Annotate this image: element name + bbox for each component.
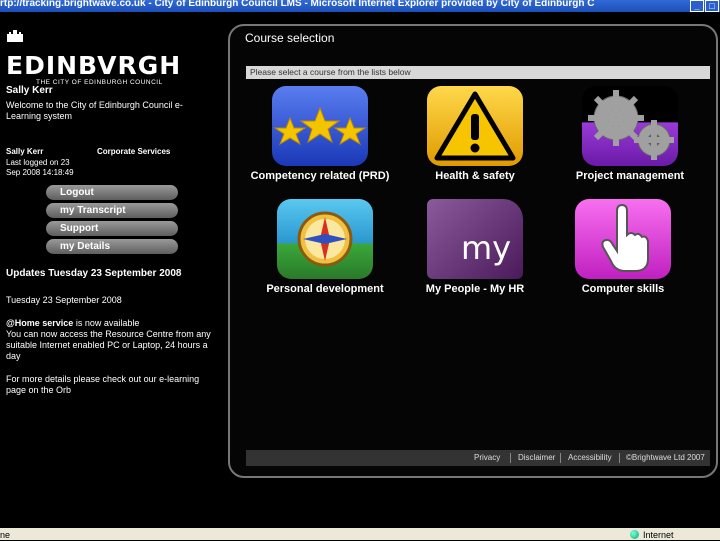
course-label: Competency related (PRD) [250, 170, 390, 182]
hand-pointer-icon [575, 199, 671, 279]
user-department: Corporate Services [97, 147, 171, 156]
updates-more-info: For more details please check out our e-… [6, 374, 200, 395]
updates-body: @Home service is now available You can n… [6, 318, 221, 362]
minimize-button[interactable]: _ [690, 0, 704, 12]
panel-footer: Privacy Disclaimer Accessibility ©Bright… [246, 450, 710, 466]
privacy-link[interactable]: Privacy [474, 450, 500, 466]
castle-icon [7, 30, 23, 42]
panel-title: Course selection [245, 31, 335, 45]
my-details-button[interactable]: my Details [46, 239, 178, 254]
course-health-safety[interactable]: Health & safety [400, 86, 550, 196]
browser-status-bar: ne Internet [0, 528, 720, 540]
maximize-button[interactable]: □ [705, 0, 719, 12]
browser-title: rtp://tracking.brightwave.co.uk - City o… [0, 0, 595, 9]
course-selection-panel: Course selection Please select a course … [228, 24, 718, 478]
service-name: @Home service [6, 318, 74, 328]
footer-divider [619, 453, 620, 463]
updates-date: Tuesday 23 September 2008 [6, 295, 122, 305]
copyright-link[interactable]: ©Brightwave Ltd 2007 [626, 450, 705, 466]
course-label: Personal development [266, 283, 384, 295]
my-icon-text: my [461, 229, 512, 267]
globe-icon [630, 530, 639, 539]
browser-title-bar: rtp://tracking.brightwave.co.uk - City o… [0, 0, 720, 12]
gears-icon [582, 86, 678, 166]
course-label: Health & safety [435, 170, 515, 182]
course-personal-development[interactable]: Personal development [250, 199, 400, 309]
compass-icon [277, 199, 373, 279]
status-text: ne [0, 530, 11, 540]
updates-heading: Updates Tuesday 23 September 2008 [6, 268, 182, 279]
service-description: You can now access the Resource Centre f… [6, 329, 211, 361]
security-zone: Internet [630, 529, 674, 541]
course-competency[interactable]: Competency related (PRD) [245, 86, 395, 196]
footer-divider [560, 453, 561, 463]
course-project-management[interactable]: Project management [555, 86, 705, 196]
course-my-people-my-hr[interactable]: my My People - My HR [400, 199, 550, 309]
logo-wordmark: EDINBVRGH [6, 51, 182, 80]
footer-divider [510, 453, 511, 463]
warning-icon [427, 86, 523, 166]
disclaimer-link[interactable]: Disclaimer [518, 450, 555, 466]
user-name: Sally Kerr [6, 85, 53, 96]
council-logo: EDINBVRGH THE CITY OF EDINBURGH COUNCIL [6, 28, 186, 86]
service-status: is now available [73, 318, 140, 328]
stars-icon [272, 86, 368, 166]
my-icon: my [427, 199, 523, 279]
my-transcript-button[interactable]: my Transcript [46, 203, 178, 218]
accessibility-link[interactable]: Accessibility [568, 450, 612, 466]
logout-button[interactable]: Logout [46, 185, 178, 200]
logo-subtitle: THE CITY OF EDINBURGH COUNCIL [36, 79, 163, 86]
course-computer-skills[interactable]: Computer skills [548, 199, 698, 309]
last-logged-on: Last logged on 23 Sep 2008 14:18:49 [6, 158, 74, 177]
zone-label: Internet [643, 530, 674, 540]
instruction-bar: Please select a course from the lists be… [246, 66, 710, 79]
user-name-small: Sally Kerr [6, 147, 44, 156]
support-button[interactable]: Support [46, 221, 178, 236]
welcome-text: Welcome to the City of Edinburgh Council… [6, 100, 183, 121]
course-label: Project management [575, 170, 685, 182]
course-label: My People - My HR [425, 283, 525, 295]
course-label: Computer skills [581, 283, 665, 295]
